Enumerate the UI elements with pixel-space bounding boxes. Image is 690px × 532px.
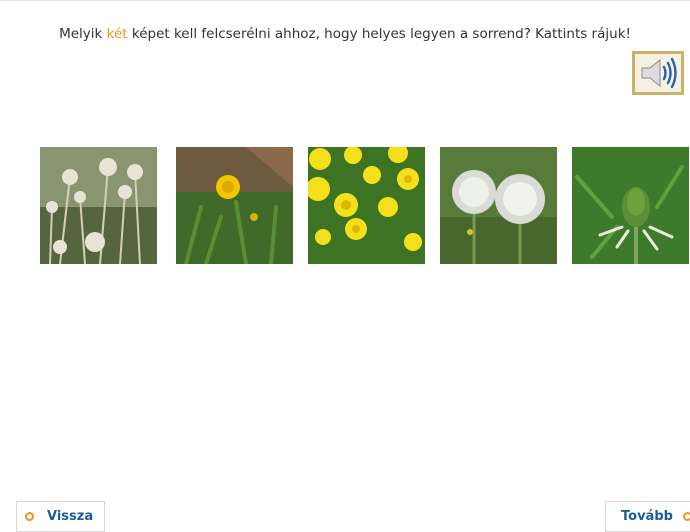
dandelion-seed-heads-icon: [440, 147, 557, 264]
sound-button[interactable]: [632, 51, 684, 95]
dandelion-bud-opening-icon: [176, 147, 293, 264]
back-button-label: Vissza: [47, 509, 94, 524]
image-card-1[interactable]: [40, 147, 157, 264]
image-card-3[interactable]: [308, 147, 425, 264]
dandelion-flowers-icon: [308, 147, 425, 264]
image-card-4[interactable]: [440, 147, 557, 264]
back-button[interactable]: Vissza: [16, 501, 105, 532]
dandelion-closed-head-icon: [572, 147, 689, 264]
image-card-5[interactable]: [572, 147, 689, 264]
instruction-part-1: Melyik: [59, 26, 107, 42]
next-button[interactable]: Tovább: [605, 501, 690, 532]
bullet-icon: [25, 512, 34, 521]
dandelion-seed-stems-icon: [40, 147, 157, 264]
instruction-part-2: képet kell felcserélni ahhoz, hogy helye…: [127, 26, 631, 42]
speaker-icon: [641, 57, 677, 89]
next-button-label: Tovább: [621, 509, 673, 524]
page-frame: [0, 0, 690, 532]
image-sequence: [0, 147, 690, 265]
bullet-icon: [682, 512, 690, 521]
instruction-highlight: két: [106, 26, 128, 42]
image-card-2[interactable]: [176, 147, 293, 264]
instruction-text: Melyik két képet kell felcserélni ahhoz,…: [0, 26, 690, 42]
